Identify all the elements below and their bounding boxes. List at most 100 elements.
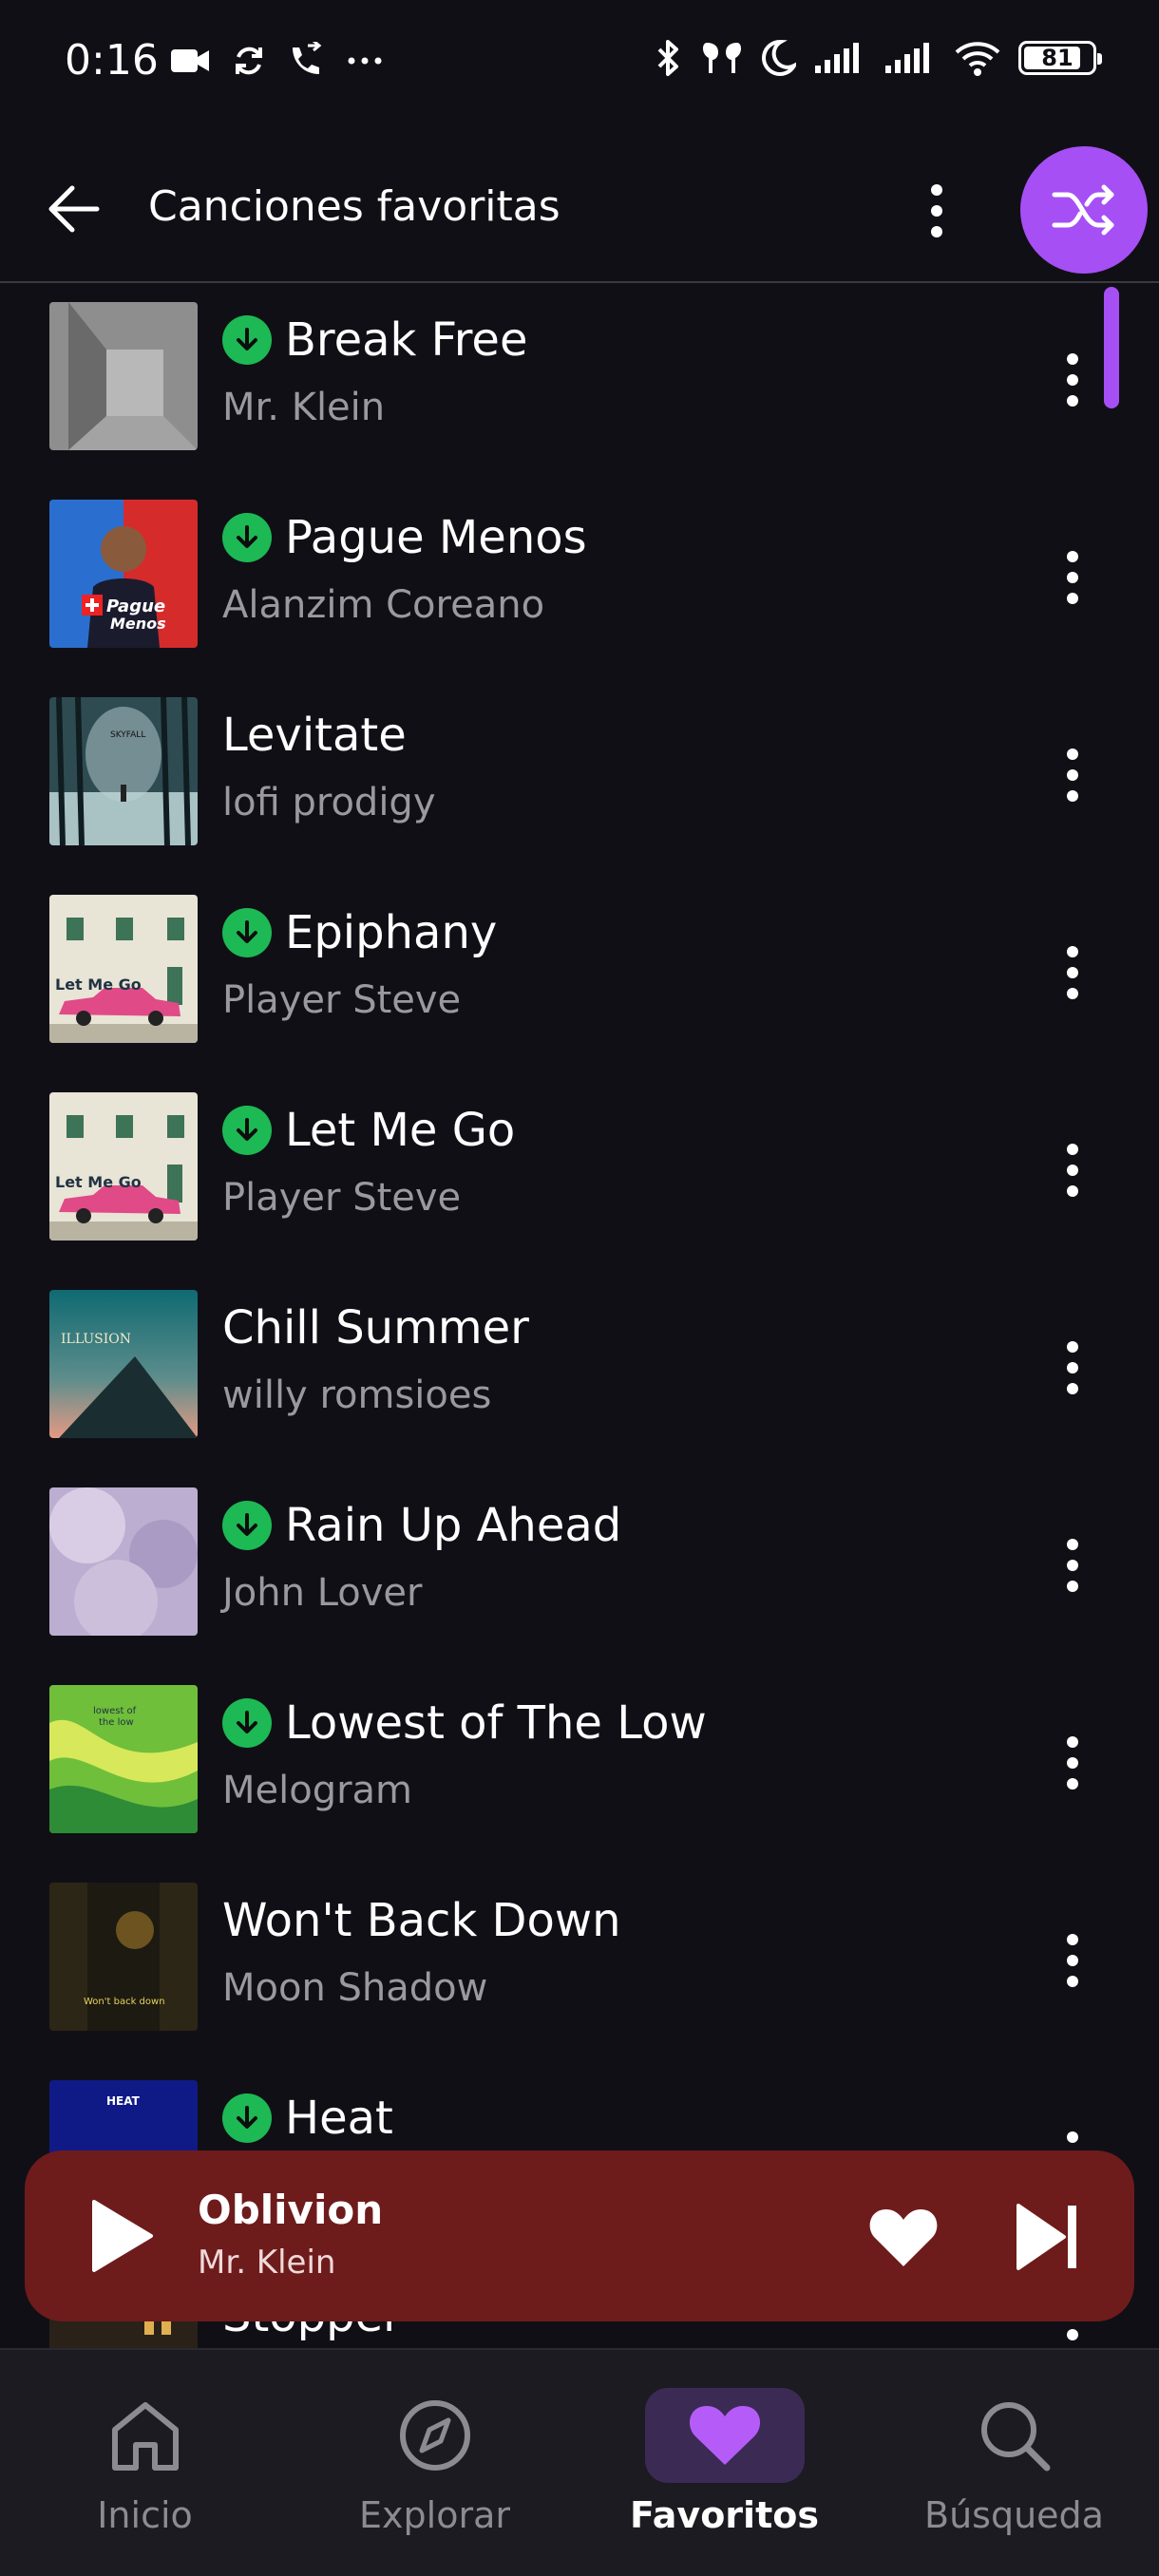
song-title: Let Me Go — [285, 1104, 516, 1157]
svg-text:Menos: Menos — [110, 615, 166, 633]
kebab-menu-icon — [1067, 1144, 1078, 1197]
album-cover: Let Me Go — [49, 1092, 198, 1241]
song-row[interactable]: Rain Up Ahead John Lover — [0, 1470, 1159, 1668]
downloaded-icon — [222, 1501, 272, 1550]
song-title: Chill Summer — [222, 1301, 529, 1354]
more-notifications-icon — [348, 57, 382, 65]
song-options-button[interactable] — [1049, 1525, 1096, 1605]
more-options-button[interactable] — [910, 175, 963, 247]
downloaded-icon — [222, 1106, 272, 1155]
nav-explorar[interactable]: Explorar — [290, 2350, 580, 2576]
video-camera-icon — [171, 49, 209, 72]
nav-label: Explorar — [359, 2494, 510, 2536]
song-title: Pague Menos — [285, 511, 587, 564]
nav-inicio[interactable]: Inicio — [0, 2350, 290, 2576]
song-row[interactable]: Let Me Go Epiphany Player Steve — [0, 878, 1159, 1075]
song-title: Break Free — [285, 313, 528, 367]
song-row[interactable]: Break Free Mr. Klein — [0, 285, 1159, 483]
album-cover — [49, 1487, 198, 1636]
signal-icon-2 — [885, 43, 929, 73]
status-time: 0:16 — [65, 36, 159, 85]
song-row[interactable]: ILLUSION Chill Summer willy romsioes — [0, 1273, 1159, 1470]
song-artist: willy romsioes — [222, 1373, 492, 1417]
song-title: Levitate — [222, 709, 407, 762]
moon-icon — [762, 39, 796, 76]
song-row[interactable]: Pague Menos Pague Menos Alanzim Coreano — [0, 483, 1159, 680]
sync-icon — [236, 47, 262, 75]
svg-text:lowest of: lowest of — [93, 1706, 137, 1716]
song-artist: Alanzim Coreano — [222, 583, 545, 627]
app-header: Canciones favoritas — [0, 133, 1159, 283]
status-bar: 0:16 81 — [0, 0, 1159, 133]
svg-text:Let Me Go: Let Me Go — [55, 1173, 142, 1191]
album-cover: Let Me Go — [49, 895, 198, 1043]
earbuds-icon — [703, 43, 741, 73]
next-button[interactable] — [1005, 2194, 1091, 2280]
album-cover: Pague Menos — [49, 500, 198, 648]
downloaded-icon — [222, 2093, 272, 2143]
now-playing-artist: Mr. Klein — [198, 2244, 336, 2282]
song-row[interactable]: SKYFALL Levitate lofi prodigy — [0, 680, 1159, 878]
song-artist: Player Steve — [222, 978, 462, 1022]
song-title: Won't Back Down — [222, 1894, 621, 1947]
page-title: Canciones favoritas — [148, 182, 560, 231]
downloaded-icon — [222, 315, 272, 365]
svg-text:SKYFALL: SKYFALL — [110, 730, 145, 740]
kebab-menu-icon — [1067, 946, 1078, 999]
play-button[interactable] — [76, 2190, 167, 2282]
kebab-menu-icon — [1067, 1539, 1078, 1592]
favorite-button[interactable] — [861, 2194, 946, 2280]
svg-text:Let Me Go: Let Me Go — [55, 975, 142, 994]
song-title: Rain Up Ahead — [285, 1499, 622, 1552]
song-artist: Player Steve — [222, 1176, 462, 1220]
song-options-button[interactable] — [1049, 735, 1096, 815]
song-row[interactable]: Let Me Go Let Me Go Player Steve — [0, 1075, 1159, 1273]
scrollbar[interactable] — [1104, 287, 1119, 408]
signal-icon — [815, 43, 859, 73]
song-options-button[interactable] — [1049, 933, 1096, 1013]
call-forward-icon — [293, 42, 322, 74]
kebab-menu-icon — [1067, 551, 1078, 604]
song-options-button[interactable] — [1049, 1328, 1096, 1408]
song-options-button[interactable] — [1049, 538, 1096, 617]
song-options-button[interactable] — [1049, 1921, 1096, 2000]
skip-next-icon — [1016, 2204, 1076, 2270]
battery-icon: 81 — [1018, 41, 1102, 75]
svg-text:Pague: Pague — [106, 597, 165, 616]
bottom-navigation: Inicio Explorar Favoritos Búsqueda — [0, 2348, 1159, 2576]
song-options-button[interactable] — [1049, 340, 1096, 420]
svg-text:ILLUSION: ILLUSION — [61, 1332, 131, 1347]
song-artist: Moon Shadow — [222, 1966, 488, 2010]
mini-player[interactable]: Oblivion Mr. Klein — [25, 2150, 1134, 2321]
album-cover: Won't back down — [49, 1883, 198, 2031]
song-options-button[interactable] — [1049, 1723, 1096, 1803]
kebab-menu-icon — [1067, 1341, 1078, 1394]
now-playing-title: Oblivion — [198, 2187, 384, 2233]
song-list[interactable]: Break Free Mr. Klein Pague Menos Pague Menos… — [0, 285, 1159, 2348]
song-title: Heat — [285, 2092, 393, 2145]
nav-label: Favoritos — [630, 2494, 819, 2536]
downloaded-icon — [222, 908, 272, 957]
kebab-menu-icon — [1067, 353, 1078, 407]
nav-busqueda[interactable]: Búsqueda — [869, 2350, 1159, 2576]
nav-favoritos[interactable]: Favoritos — [580, 2350, 869, 2576]
kebab-menu-icon — [1067, 748, 1078, 802]
search-icon — [980, 2402, 1050, 2472]
back-button[interactable] — [38, 173, 110, 245]
arrow-left-icon — [48, 185, 100, 233]
kebab-menu-icon — [1067, 1736, 1078, 1790]
downloaded-icon — [222, 1698, 272, 1748]
downloaded-icon — [222, 513, 272, 562]
compass-icon — [399, 2400, 470, 2471]
shuffle-button[interactable] — [1020, 146, 1148, 274]
song-title: Epiphany — [285, 906, 498, 959]
nav-label: Búsqueda — [924, 2494, 1104, 2536]
kebab-menu-icon — [1067, 2329, 1078, 2340]
song-options-button[interactable] — [1049, 1130, 1096, 1210]
song-row[interactable]: lowest of the low Lowest of The Low Melogra… — [0, 1668, 1159, 1866]
song-row[interactable]: Won't back down Won't Back Down Moon Shado… — [0, 1866, 1159, 2063]
svg-text:the low: the low — [99, 1717, 134, 1728]
nav-label: Inicio — [97, 2494, 193, 2536]
kebab-menu-icon — [931, 184, 942, 237]
song-artist: Melogram — [222, 1769, 413, 1812]
